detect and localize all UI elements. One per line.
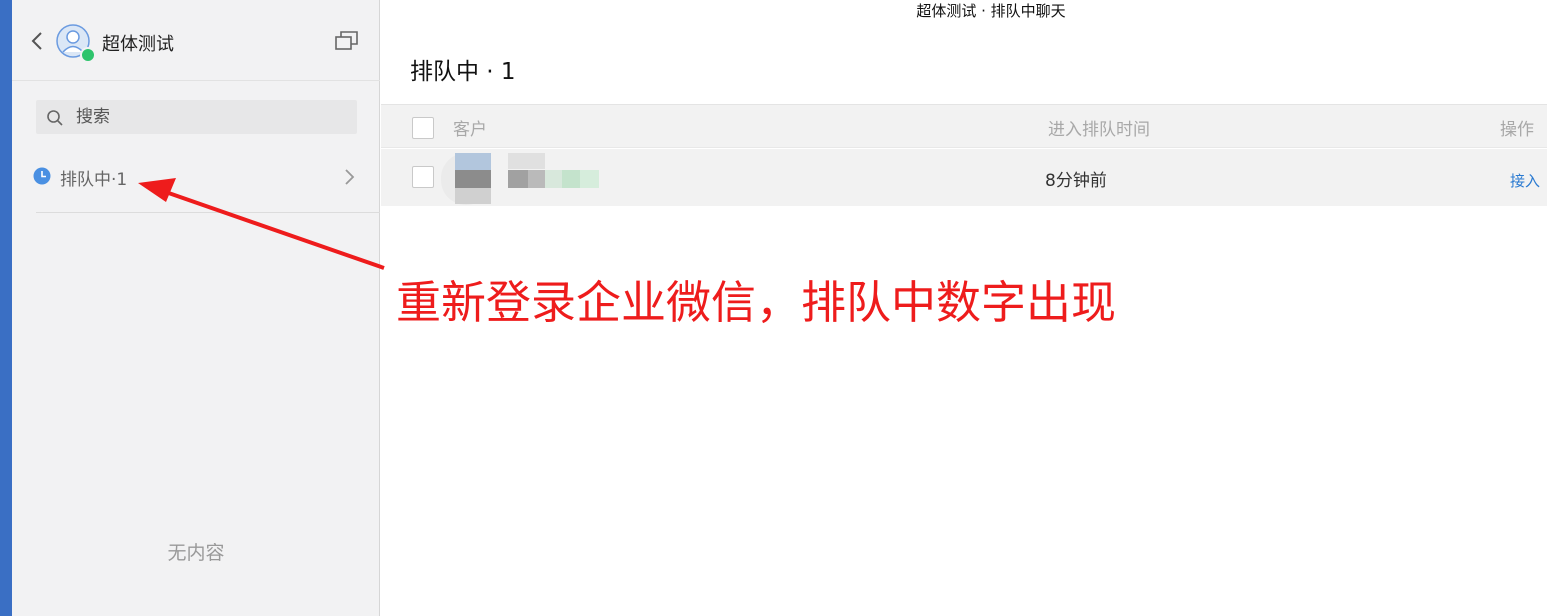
table-header: 客户 进入排队时间 操作 (381, 104, 1547, 148)
sidebar-item-queue[interactable]: 排队中·1 (12, 155, 380, 199)
column-header-action: 操作 (1500, 120, 1534, 140)
sidebar-title: 超体测试 (102, 34, 174, 55)
sidebar-header: 超体测试 (12, 0, 380, 81)
accept-link[interactable]: 接入 (1510, 170, 1540, 191)
empty-state-text: 无内容 (167, 542, 225, 564)
left-window-edge (0, 0, 12, 616)
new-window-icon (335, 31, 358, 50)
search-icon (47, 110, 63, 126)
online-status-dot (80, 47, 96, 63)
queued-time-cell: 8分钟前 (1045, 171, 1107, 191)
select-all-checkbox[interactable] (412, 117, 434, 139)
window-title: 超体测试 · 排队中聊天 (916, 2, 1066, 20)
search-box[interactable] (36, 100, 357, 134)
open-window-button[interactable] (334, 30, 360, 52)
chevron-right-icon (345, 169, 355, 185)
back-button[interactable] (28, 27, 48, 55)
column-header-queued-time: 进入排队时间 (1048, 120, 1150, 140)
row-checkbox[interactable] (412, 166, 434, 188)
search-input[interactable] (76, 100, 346, 134)
table-row[interactable]: 8分钟前 接入 (381, 149, 1547, 206)
page-title: 排队中 · 1 (410, 59, 516, 85)
sidebar-item-label: 排队中·1 (60, 170, 128, 190)
divider (36, 212, 380, 213)
sidebar: 超体测试 排队中·1 无内容 (12, 0, 380, 616)
clock-icon (33, 167, 51, 185)
avatar[interactable] (56, 24, 96, 63)
column-header-customer: 客户 (453, 120, 487, 140)
chevron-left-icon (31, 32, 42, 50)
annotation-text: 重新登录企业微信，排队中数字出现 (396, 276, 1117, 329)
